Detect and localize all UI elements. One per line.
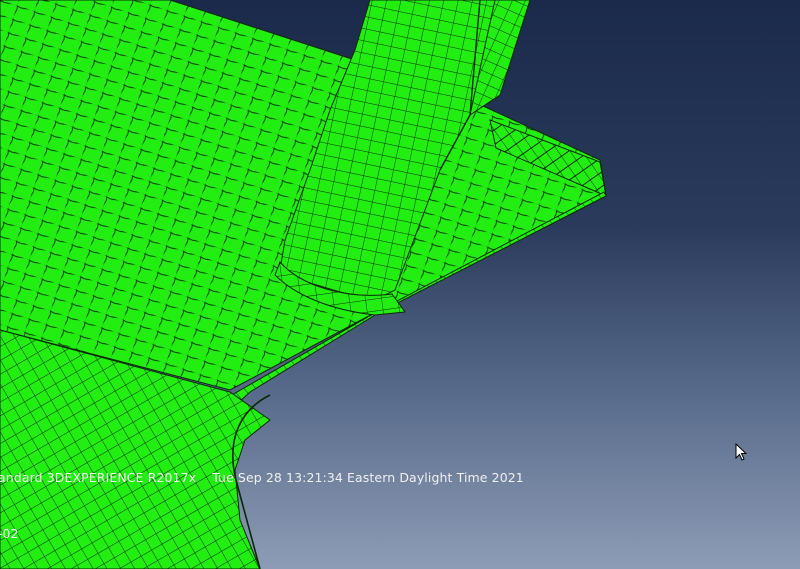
mouse-pointer-icon (735, 443, 747, 461)
product-line-text: andard 3DEXPERIENCE R2017x (0, 470, 197, 485)
model-viewport[interactable]: andard 3DEXPERIENCE R2017x Tue Sep 28 13:… (0, 0, 800, 569)
job-info-line: andard 3DEXPERIENCE R2017x Tue Sep 28 13:… (0, 470, 524, 485)
timestamp-text: Tue Sep 28 13:21:34 Eastern Daylight Tim… (212, 470, 524, 485)
secondary-info-text: -02 (0, 526, 19, 541)
job-info-line-2: -02 (0, 526, 18, 541)
